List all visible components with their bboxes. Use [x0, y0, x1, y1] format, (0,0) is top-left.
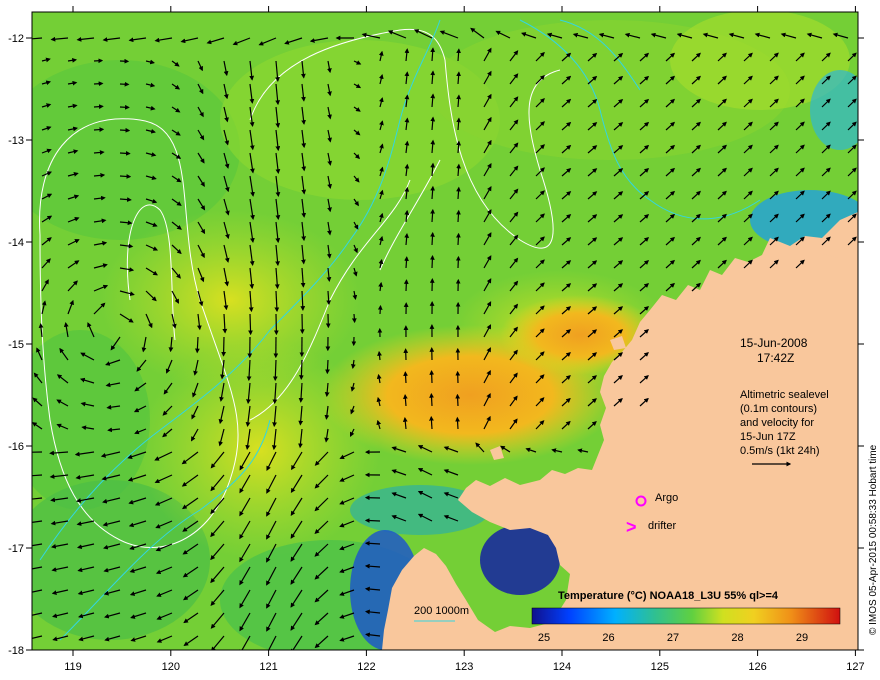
velocity-arrow	[403, 371, 408, 384]
velocity-arrow	[299, 359, 304, 381]
colorbar-tick-label: 27	[667, 632, 679, 644]
velocity-arrow	[119, 127, 131, 133]
x-tick-label: 124	[553, 661, 571, 673]
colorbar-title: Temperature (°C) NOAA18_L3U 55% ql>=4	[558, 590, 779, 602]
colorbar-tick-label: 25	[538, 632, 550, 644]
x-tick-label: 126	[748, 661, 766, 673]
velocity-arrow	[93, 127, 105, 132]
velocity-arrow	[93, 81, 104, 87]
x-tick-label: 127	[846, 661, 864, 673]
legend-line: 15-Jun 17Z	[740, 431, 796, 443]
map-time: 17:42Z	[757, 351, 794, 365]
velocity-arrow	[430, 208, 435, 223]
colorbar-tick-label: 26	[602, 632, 614, 644]
velocity-arrow	[248, 313, 253, 336]
velocity-arrow	[364, 518, 381, 523]
velocity-arrow	[404, 256, 409, 269]
legend-line: Altimetric sealevel	[740, 389, 829, 401]
credit-text: © IMOS 05-Apr-2015 00:58:33 Hobart time	[868, 444, 879, 635]
drifter-marker: >	[626, 517, 637, 537]
depth-legend-label: 200 1000m	[414, 605, 469, 617]
velocity-arrow	[119, 150, 131, 156]
y-tick-label: -12	[8, 33, 24, 45]
map-plot-area	[32, 12, 858, 650]
velocity-arrow	[194, 336, 200, 354]
y-tick-label: -15	[8, 339, 24, 351]
sst-map-figure: 119 120 121 122 123 124 125 126 127 -12 -13 -14 -15…	[8, 6, 879, 673]
velocity-arrow	[429, 415, 434, 430]
velocity-arrow	[119, 174, 132, 179]
velocity-arrow	[455, 393, 461, 407]
map-date: 15-Jun-2008	[740, 336, 808, 350]
velocity-arrow	[93, 150, 105, 155]
y-tick-label: -14	[8, 237, 24, 249]
velocity-arrow	[456, 186, 461, 200]
velocity-arrow	[272, 359, 278, 382]
velocity-arrow	[456, 232, 461, 246]
velocity-arrow	[325, 359, 330, 375]
x-tick-label: 125	[651, 661, 669, 673]
drifter-label: drifter	[648, 520, 676, 532]
legend-line: 0.5m/s (1kt 24h)	[740, 445, 819, 457]
y-tick-label: -18	[8, 645, 24, 657]
velocity-arrow	[455, 416, 460, 430]
velocity-arrow	[430, 231, 435, 246]
velocity-arrow	[429, 254, 435, 269]
velocity-arrow	[351, 313, 357, 324]
x-tick-label: 122	[357, 661, 375, 673]
x-tick-label: 119	[64, 661, 82, 673]
colorbar-tick-label: 29	[796, 632, 808, 644]
x-tick-label: 120	[162, 661, 180, 673]
legend-line: and velocity for	[740, 417, 814, 429]
velocity-arrow	[456, 209, 461, 223]
velocity-arrow	[429, 392, 434, 407]
argo-label: Argo	[655, 492, 678, 504]
colorbar-tick-label: 28	[731, 632, 743, 644]
y-tick-label: -13	[8, 135, 24, 147]
velocity-arrow	[93, 104, 104, 110]
legend-line: (0.1m contours)	[740, 403, 817, 415]
x-tick-label: 123	[455, 661, 473, 673]
x-tick-label: 121	[259, 661, 277, 673]
colorbar	[531, 607, 841, 625]
y-tick-label: -17	[8, 543, 24, 555]
y-tick-label: -16	[8, 441, 24, 453]
